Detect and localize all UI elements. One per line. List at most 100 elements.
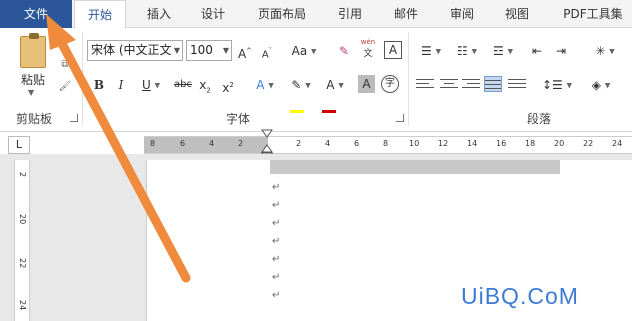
ruler-tick: 14 (467, 139, 478, 148)
ruler-tick: 6 (354, 139, 360, 148)
ruler-tick: 2 (296, 139, 302, 148)
paragraph-mark: ↵ (272, 218, 281, 229)
line-spacing-button[interactable]: ↕☰ ▼ (540, 74, 574, 96)
vertical-ruler[interactable]: 2 20 22 24 (14, 160, 30, 321)
font-size-combo[interactable]: 100 ▼ (186, 40, 232, 61)
tab-home[interactable]: 开始 (74, 0, 126, 29)
phonetic-guide-button[interactable]: wén 文 (358, 36, 378, 59)
distributed-icon[interactable] (508, 76, 526, 92)
tab-mailings[interactable]: 邮件 (389, 0, 423, 28)
strikethrough-icon: abc (174, 79, 192, 90)
ruler-tick: 10 (409, 139, 420, 148)
paste-dropdown-icon[interactable]: ▼ (28, 88, 34, 97)
horizontal-ruler[interactable]: 8 6 4 2 2 4 6 8 10 12 14 16 18 20 22 24 (144, 136, 632, 154)
shrink-font-button[interactable]: Aˇ (258, 40, 276, 62)
ruler-tick: 24 (612, 139, 623, 148)
group-separator (82, 32, 83, 126)
paragraph-mark: ↵ (272, 182, 281, 193)
text-effects-button[interactable]: A ▼ (250, 74, 280, 96)
bold-button[interactable]: B (91, 74, 107, 96)
tab-insert[interactable]: 插入 (142, 0, 176, 28)
align-left-icon[interactable] (416, 76, 434, 92)
paragraph-mark: ↵ (272, 272, 281, 283)
underline-icon: U (141, 78, 151, 92)
ruler-tick: 6 (180, 139, 186, 148)
ruler-tick: 4 (209, 139, 215, 148)
highlight-button[interactable]: ✎ ▼ (286, 74, 316, 96)
font-launcher-icon[interactable] (396, 114, 404, 122)
change-case-icon: Aa (291, 44, 308, 58)
ruler-tick: 20 (554, 139, 565, 148)
format-painter-icon[interactable]: 🖌 (58, 80, 72, 94)
numbering-button[interactable]: ☷ ▼ (450, 40, 484, 62)
grow-font-button[interactable]: A^ (236, 40, 254, 62)
superscript-mark: 2 (229, 81, 234, 89)
phonetic-guide-pinyin: wén (360, 38, 376, 46)
character-shading-button[interactable]: A (358, 75, 375, 93)
subscript-button[interactable]: x2 (197, 74, 213, 96)
tab-selector[interactable]: L (8, 136, 30, 154)
ruler-tick: 8 (150, 139, 156, 148)
subscript-mark: 2 (206, 86, 211, 95)
text-effects-icon: A (256, 78, 265, 92)
paragraph-group-label: 段落 (527, 112, 552, 126)
ruler-tick: 18 (525, 139, 536, 148)
tab-review[interactable]: 审阅 (445, 0, 479, 28)
font-group-label: 字体 (226, 112, 251, 126)
italic-button[interactable]: I (113, 74, 129, 96)
clipboard-group-label: 剪贴板 (16, 112, 53, 126)
font-color-icon: A (326, 78, 335, 92)
font-color-bar (322, 110, 336, 113)
shading-button[interactable]: ◈ ▼ (584, 74, 618, 96)
character-border-button[interactable]: A (384, 41, 402, 59)
paragraph-mark: ↵ (272, 236, 281, 247)
highlighter-icon: ✎ (291, 78, 302, 92)
bullets-button[interactable]: ☰ ▼ (414, 40, 448, 62)
font-name-combo[interactable]: 宋体 (中文正文 ▼ (87, 40, 183, 61)
decrease-indent-icon[interactable]: ⇤ (528, 40, 546, 62)
chevron-down-icon[interactable]: ▼ (174, 41, 180, 60)
change-case-button[interactable]: Aa ▼ (288, 40, 320, 62)
tab-file[interactable]: 文件 (0, 0, 72, 28)
enclose-characters-button[interactable]: 字 (381, 75, 399, 93)
justify-icon[interactable] (484, 76, 502, 92)
tab-references[interactable]: 引用 (333, 0, 367, 28)
paragraph-mark: ↵ (272, 290, 281, 301)
multilevel-list-button[interactable]: ☲ ▼ (486, 40, 520, 62)
watermark: UiBQ.CoM (461, 283, 579, 309)
ruler-tick: 16 (496, 139, 507, 148)
ruler-tick: 12 (438, 139, 449, 148)
ruler-left-margin (144, 137, 268, 153)
tab-design[interactable]: 设计 (196, 0, 230, 28)
paragraph-mark: ↵ (272, 200, 281, 211)
cut-icon[interactable]: ✂ (58, 36, 72, 50)
highlight-color-bar (290, 110, 304, 113)
tab-pdf-tools[interactable]: PDF工具集 (556, 0, 630, 28)
paste-button[interactable]: 粘贴 (21, 71, 45, 88)
copy-icon[interactable]: ⧉ (58, 58, 72, 72)
ribbon-tab-bar: 文件 开始 插入 设计 页面布局 引用 邮件 审阅 视图 PDF工具集 (0, 0, 632, 29)
font-name-value: 宋体 (中文正文 (91, 43, 172, 57)
clipboard-launcher-icon[interactable] (70, 114, 78, 122)
strikethrough-button[interactable]: abc (172, 74, 194, 96)
ruler-tick: 8 (383, 139, 389, 148)
align-center-icon[interactable] (440, 76, 458, 92)
ruler-tick: 22 (18, 258, 27, 269)
paste-icon[interactable] (20, 33, 46, 68)
header-area (270, 160, 560, 174)
group-separator (408, 32, 409, 126)
ruler-tick: 24 (18, 300, 27, 311)
clear-format-icon[interactable]: ✎ (336, 40, 352, 62)
increase-indent-icon[interactable]: ⇥ (552, 40, 570, 62)
underline-button[interactable]: U ▼ (136, 74, 166, 96)
ruler-tick: 22 (583, 139, 594, 148)
superscript-button[interactable]: x2 (220, 74, 236, 96)
tab-page-layout[interactable]: 页面布局 (252, 0, 312, 28)
font-size-value: 100 (190, 43, 213, 57)
font-color-button[interactable]: A ▼ (320, 74, 350, 96)
paragraph-mark: ↵ (272, 254, 281, 265)
chinese-layout-button[interactable]: ✳ ▼ (588, 40, 622, 62)
tab-view[interactable]: 视图 (500, 0, 534, 28)
align-right-icon[interactable] (462, 76, 480, 92)
chevron-down-icon[interactable]: ▼ (223, 41, 229, 60)
